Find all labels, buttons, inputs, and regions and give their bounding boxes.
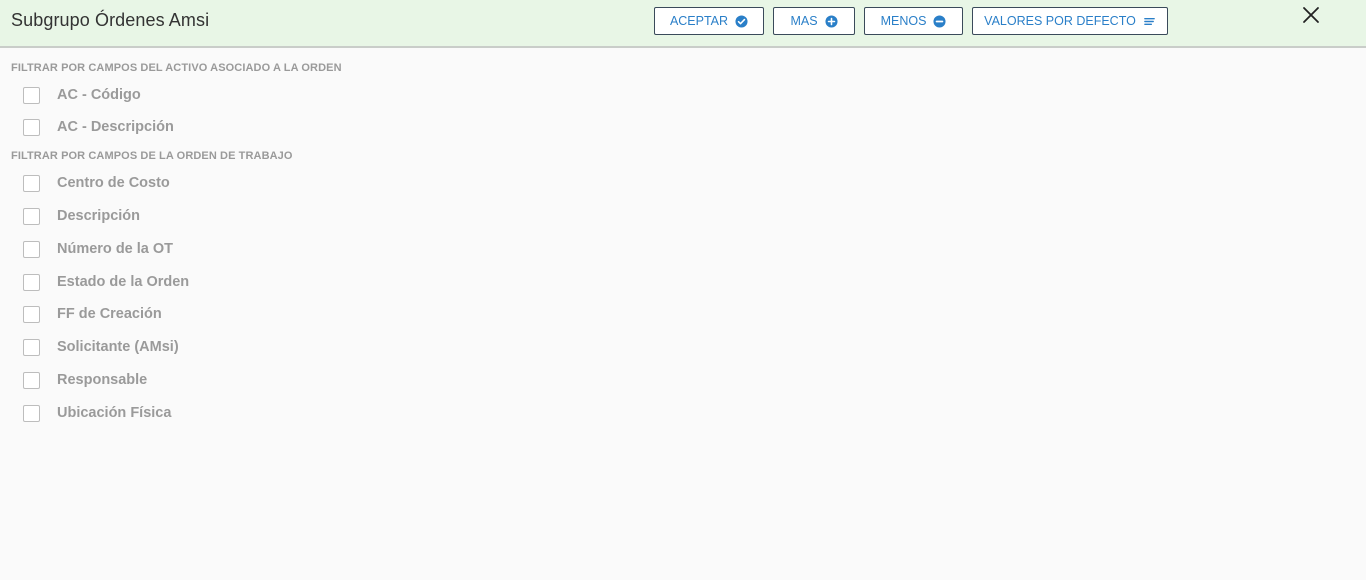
filter-option-estado-orden[interactable]: Estado de la Orden [23, 272, 189, 292]
filter-option-centro-de-costo[interactable]: Centro de Costo [23, 173, 170, 193]
close-icon[interactable] [1301, 5, 1321, 25]
filter-option-ac-codigo[interactable]: AC - Código [23, 85, 141, 105]
ac-descripcion-checkbox[interactable] [23, 118, 40, 136]
menos-button[interactable]: MENOS [864, 7, 963, 35]
ubicacion-fisica-checkbox[interactable] [23, 404, 40, 422]
section-label-activo: FILTRAR POR CAMPOS DEL ACTIVO ASOCIADO A… [11, 62, 342, 74]
filter-option-label: Estado de la Orden [57, 274, 190, 290]
aceptar-button[interactable]: ACEPTAR [654, 7, 764, 35]
filter-option-descripcion[interactable]: Descripción [23, 206, 140, 226]
filter-option-ff-creacion[interactable]: FF de Creación [23, 304, 162, 324]
filter-option-solicitante[interactable]: Solicitante (AMsi) [23, 337, 179, 357]
descripcion-checkbox[interactable] [23, 207, 40, 225]
filter-option-label: Responsable [57, 372, 148, 388]
valores-por-defecto-button[interactable]: VALORES POR DEFECTO [972, 7, 1168, 35]
filter-option-label: Número de la OT [57, 241, 174, 257]
filter-option-label: FF de Creación [57, 306, 162, 322]
filter-option-numero-ot[interactable]: Número de la OT [23, 239, 173, 259]
minus-circle-icon [933, 14, 946, 28]
responsable-checkbox[interactable] [23, 371, 40, 389]
filter-option-label: Solicitante (AMsi) [57, 339, 179, 355]
filter-option-label: AC - Descripción [57, 119, 174, 135]
aceptar-button-label: ACEPTAR [669, 14, 729, 28]
filter-option-label: Descripción [57, 208, 140, 224]
menos-button-label: MENOS [880, 14, 927, 28]
check-circle-icon [735, 14, 748, 28]
solicitante-checkbox[interactable] [23, 338, 40, 356]
ac-codigo-checkbox[interactable] [23, 86, 40, 104]
filter-option-label: AC - Código [57, 87, 141, 103]
centro-de-costo-checkbox[interactable] [23, 174, 40, 192]
section-label-orden: FILTRAR POR CAMPOS DE LA ORDEN DE TRABAJ… [11, 150, 293, 162]
mas-button-label: MAS [790, 14, 818, 28]
estado-orden-checkbox[interactable] [23, 273, 40, 291]
dialog-header: Subgrupo Órdenes Amsi ACEPTAR MAS MENOS … [0, 0, 1366, 48]
filter-option-label: Ubicación Física [57, 405, 172, 421]
filter-option-ubicacion-fisica[interactable]: Ubicación Física [23, 403, 171, 423]
sort-lines-icon [1143, 17, 1155, 25]
valores-por-defecto-button-label: VALORES POR DEFECTO [984, 14, 1136, 28]
dialog-title: Subgrupo Órdenes Amsi [11, 10, 210, 30]
ff-creacion-checkbox[interactable] [23, 305, 40, 323]
filter-option-responsable[interactable]: Responsable [23, 370, 147, 390]
plus-circle-icon [825, 14, 838, 28]
numero-ot-checkbox[interactable] [23, 240, 40, 258]
mas-button[interactable]: MAS [773, 7, 855, 35]
filter-option-ac-descripcion[interactable]: AC - Descripción [23, 117, 174, 137]
filter-option-label: Centro de Costo [57, 175, 170, 191]
